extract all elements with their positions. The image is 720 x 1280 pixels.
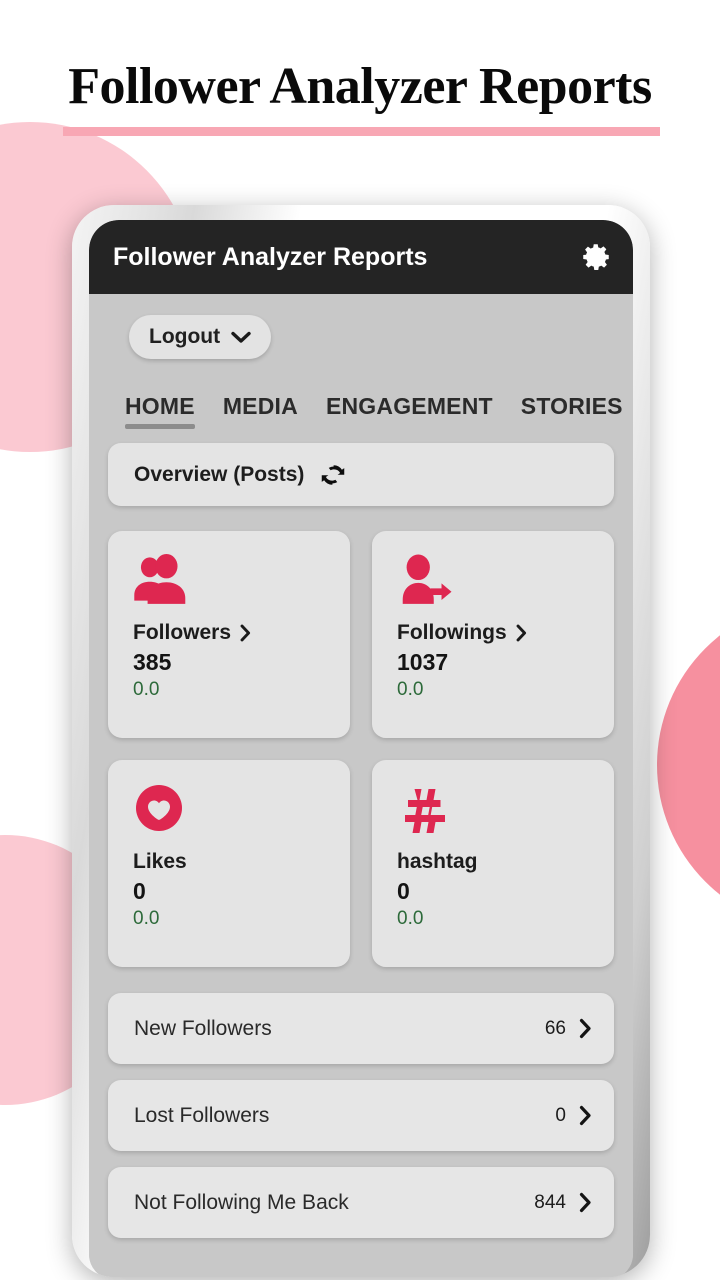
list-item-count: 0 [555,1104,566,1126]
phone-screen: Follower Analyzer Reports Logout HOME ME… [89,220,633,1277]
gear-icon[interactable] [579,240,613,274]
overview-label: Overview (Posts) [134,462,305,486]
stat-title: Likes [133,850,187,873]
refresh-icon[interactable] [318,460,348,490]
page-title: Follower Analyzer Reports [68,58,652,115]
stat-title-row: Followings [397,621,614,645]
stat-value: 0 [397,878,410,904]
phone-frame: Follower Analyzer Reports Logout HOME ME… [72,205,650,1277]
stat-card-followings[interactable]: Followings 1037 0.0 [372,531,614,738]
chevron-right-icon [579,1105,592,1126]
chevron-right-icon [240,624,251,642]
heart-icon [133,782,350,834]
overview-bar[interactable]: Overview (Posts) [108,443,614,506]
followings-icon [397,553,614,605]
list-rows: New Followers 66 Lost Followers 0 Not Fo… [89,967,633,1238]
chevron-right-icon [516,624,527,642]
stat-delta: 0.0 [397,679,424,700]
app-bar-title: Follower Analyzer Reports [113,242,428,271]
list-item-count: 66 [544,1017,566,1039]
stat-title-row: hashtag [397,850,614,874]
page-root: Follower Analyzer Reports Follower Analy… [0,0,720,1280]
decorative-circle-right [657,600,720,930]
chevron-right-icon [579,1018,592,1039]
list-row-not-following-me-back[interactable]: Not Following Me Back 844 [108,1167,614,1238]
stat-card-followers[interactable]: Followers 385 0.0 [108,531,350,738]
list-item-count: 844 [534,1191,566,1213]
logout-button[interactable]: Logout [129,315,272,359]
logout-row: Logout [89,294,633,359]
tab-stories[interactable]: STORIES [507,393,633,429]
stat-delta: 0.0 [397,908,424,929]
chevron-right-icon [579,1192,592,1213]
stat-delta: 0.0 [133,908,160,929]
followers-icon [133,553,350,605]
tab-engagement[interactable]: ENGAGEMENT [312,393,507,429]
stat-card-hashtag[interactable]: hashtag 0 0.0 [372,760,614,967]
title-underline [63,127,660,136]
stat-value: 1037 [397,649,449,675]
stat-title: Followings [397,621,507,644]
stat-value: 0 [133,878,146,904]
logout-label: Logout [149,325,221,348]
list-row-new-followers[interactable]: New Followers 66 [108,993,614,1064]
list-row-lost-followers[interactable]: Lost Followers 0 [108,1080,614,1151]
stat-title-row: Followers [133,621,350,645]
stat-card-likes[interactable]: Likes 0 0.0 [108,760,350,967]
tab-home[interactable]: HOME [111,393,209,429]
app-body: Logout HOME MEDIA ENGAGEMENT STORIES Ove… [89,294,633,1277]
chevron-down-icon [231,331,251,344]
stats-grid: Followers 385 0.0 Followings 1037 0.0 Li… [89,506,633,967]
app-bar: Follower Analyzer Reports [89,220,633,294]
tab-media[interactable]: MEDIA [209,393,312,429]
stat-delta: 0.0 [133,679,160,700]
hashtag-icon [397,782,614,834]
list-item-label: New Followers [134,1016,272,1040]
stat-value: 385 [133,649,172,675]
stat-title: Followers [133,621,232,644]
stat-title: hashtag [397,850,478,873]
tab-bar: HOME MEDIA ENGAGEMENT STORIES [89,359,633,429]
list-item-label: Not Following Me Back [134,1190,349,1214]
stat-title-row: Likes [133,850,350,874]
list-item-label: Lost Followers [134,1103,270,1127]
